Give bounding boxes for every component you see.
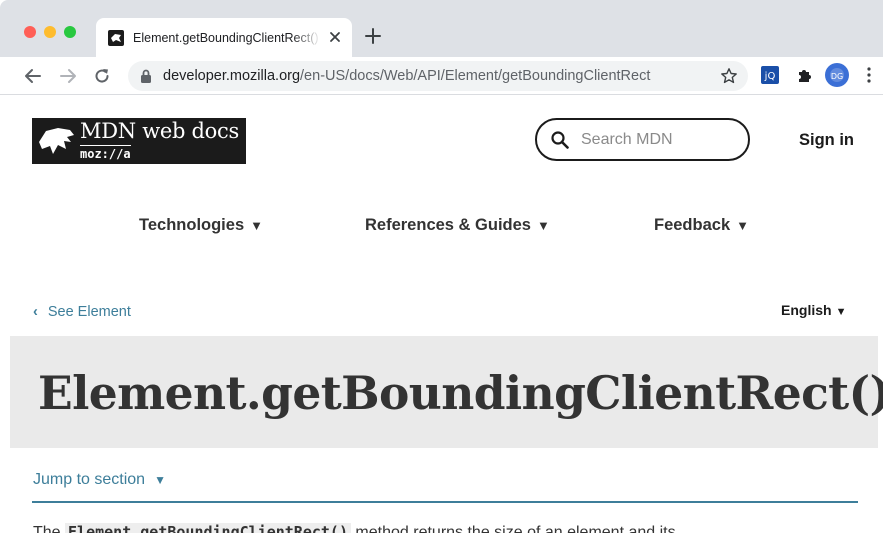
page-title: Element.getBoundingClientRect() — [38, 366, 883, 420]
bookmark-star-icon[interactable] — [720, 67, 738, 85]
minimize-window-button[interactable] — [44, 26, 56, 38]
mdn-logo[interactable]: MDN web docs moz://a — [32, 118, 246, 164]
forward-arrow-icon[interactable] — [59, 67, 77, 85]
close-window-button[interactable] — [24, 26, 36, 38]
search-placeholder: Search MDN — [581, 131, 673, 148]
lock-icon[interactable] — [140, 69, 152, 83]
browser-tab-active[interactable]: Element.getBoundingClientRect() - Web AP… — [96, 18, 352, 57]
search-icon — [551, 131, 569, 149]
caret-down-icon: ▼ — [835, 306, 847, 318]
search-input[interactable]: Search MDN — [535, 118, 750, 161]
profile-avatar-icon[interactable]: DG — [825, 63, 849, 87]
caret-down-icon: ▼ — [250, 218, 263, 233]
chevron-left-icon: ‹ — [33, 304, 38, 320]
puzzle-extensions-icon[interactable] — [796, 67, 812, 83]
new-tab-icon[interactable] — [365, 28, 381, 44]
svg-text:jQ: jQ — [764, 71, 776, 82]
close-tab-icon[interactable] — [328, 30, 342, 44]
mdn-dinosaur-icon — [39, 128, 74, 154]
svg-text:DG: DG — [831, 72, 843, 81]
inline-code: Element.getBoundingClientRect() — [65, 523, 351, 533]
divider — [32, 501, 858, 503]
reload-icon[interactable] — [93, 67, 111, 85]
title-band: Element.getBoundingClientRect() — [10, 336, 883, 448]
caret-down-icon: ▼ — [736, 218, 749, 233]
maximize-window-button[interactable] — [64, 26, 76, 38]
nav-technologies[interactable]: Technologies ▼ — [139, 216, 263, 235]
language-selector[interactable]: English ▼ — [781, 302, 846, 318]
jquery-extension-icon[interactable]: jQ — [761, 66, 779, 84]
nav-feedback[interactable]: Feedback ▼ — [654, 216, 749, 235]
browser-tabstrip: Element.getBoundingClientRect() - Web AP… — [0, 0, 883, 57]
mozilla-wordmark: moz://a — [80, 145, 131, 161]
logo-wordmark: MDN web docs — [80, 119, 239, 143]
jump-to-section-toggle[interactable]: Jump to section ▼ — [33, 471, 166, 489]
sign-in-link[interactable]: Sign in — [799, 131, 854, 150]
nav-references-guides[interactable]: References & Guides ▼ — [365, 216, 550, 235]
breadcrumb-back-link[interactable]: ‹ See Element — [33, 304, 131, 320]
back-arrow-icon[interactable] — [24, 67, 42, 85]
intro-paragraph: The Element.getBoundingClientRect() meth… — [33, 523, 676, 533]
address-bar[interactable]: developer.mozilla.org/en-US/docs/Web/API… — [128, 61, 748, 91]
browser-toolbar: developer.mozilla.org/en-US/docs/Web/API… — [0, 57, 883, 95]
caret-down-icon: ▼ — [536, 218, 550, 233]
caret-down-icon: ▼ — [154, 473, 166, 487]
mdn-favicon-icon — [108, 29, 124, 46]
tab-title: Element.getBoundingClientRect() - Web AP… — [133, 30, 321, 45]
url-text: developer.mozilla.org/en-US/docs/Web/API… — [163, 68, 651, 84]
browser-menu-icon[interactable] — [866, 66, 872, 84]
